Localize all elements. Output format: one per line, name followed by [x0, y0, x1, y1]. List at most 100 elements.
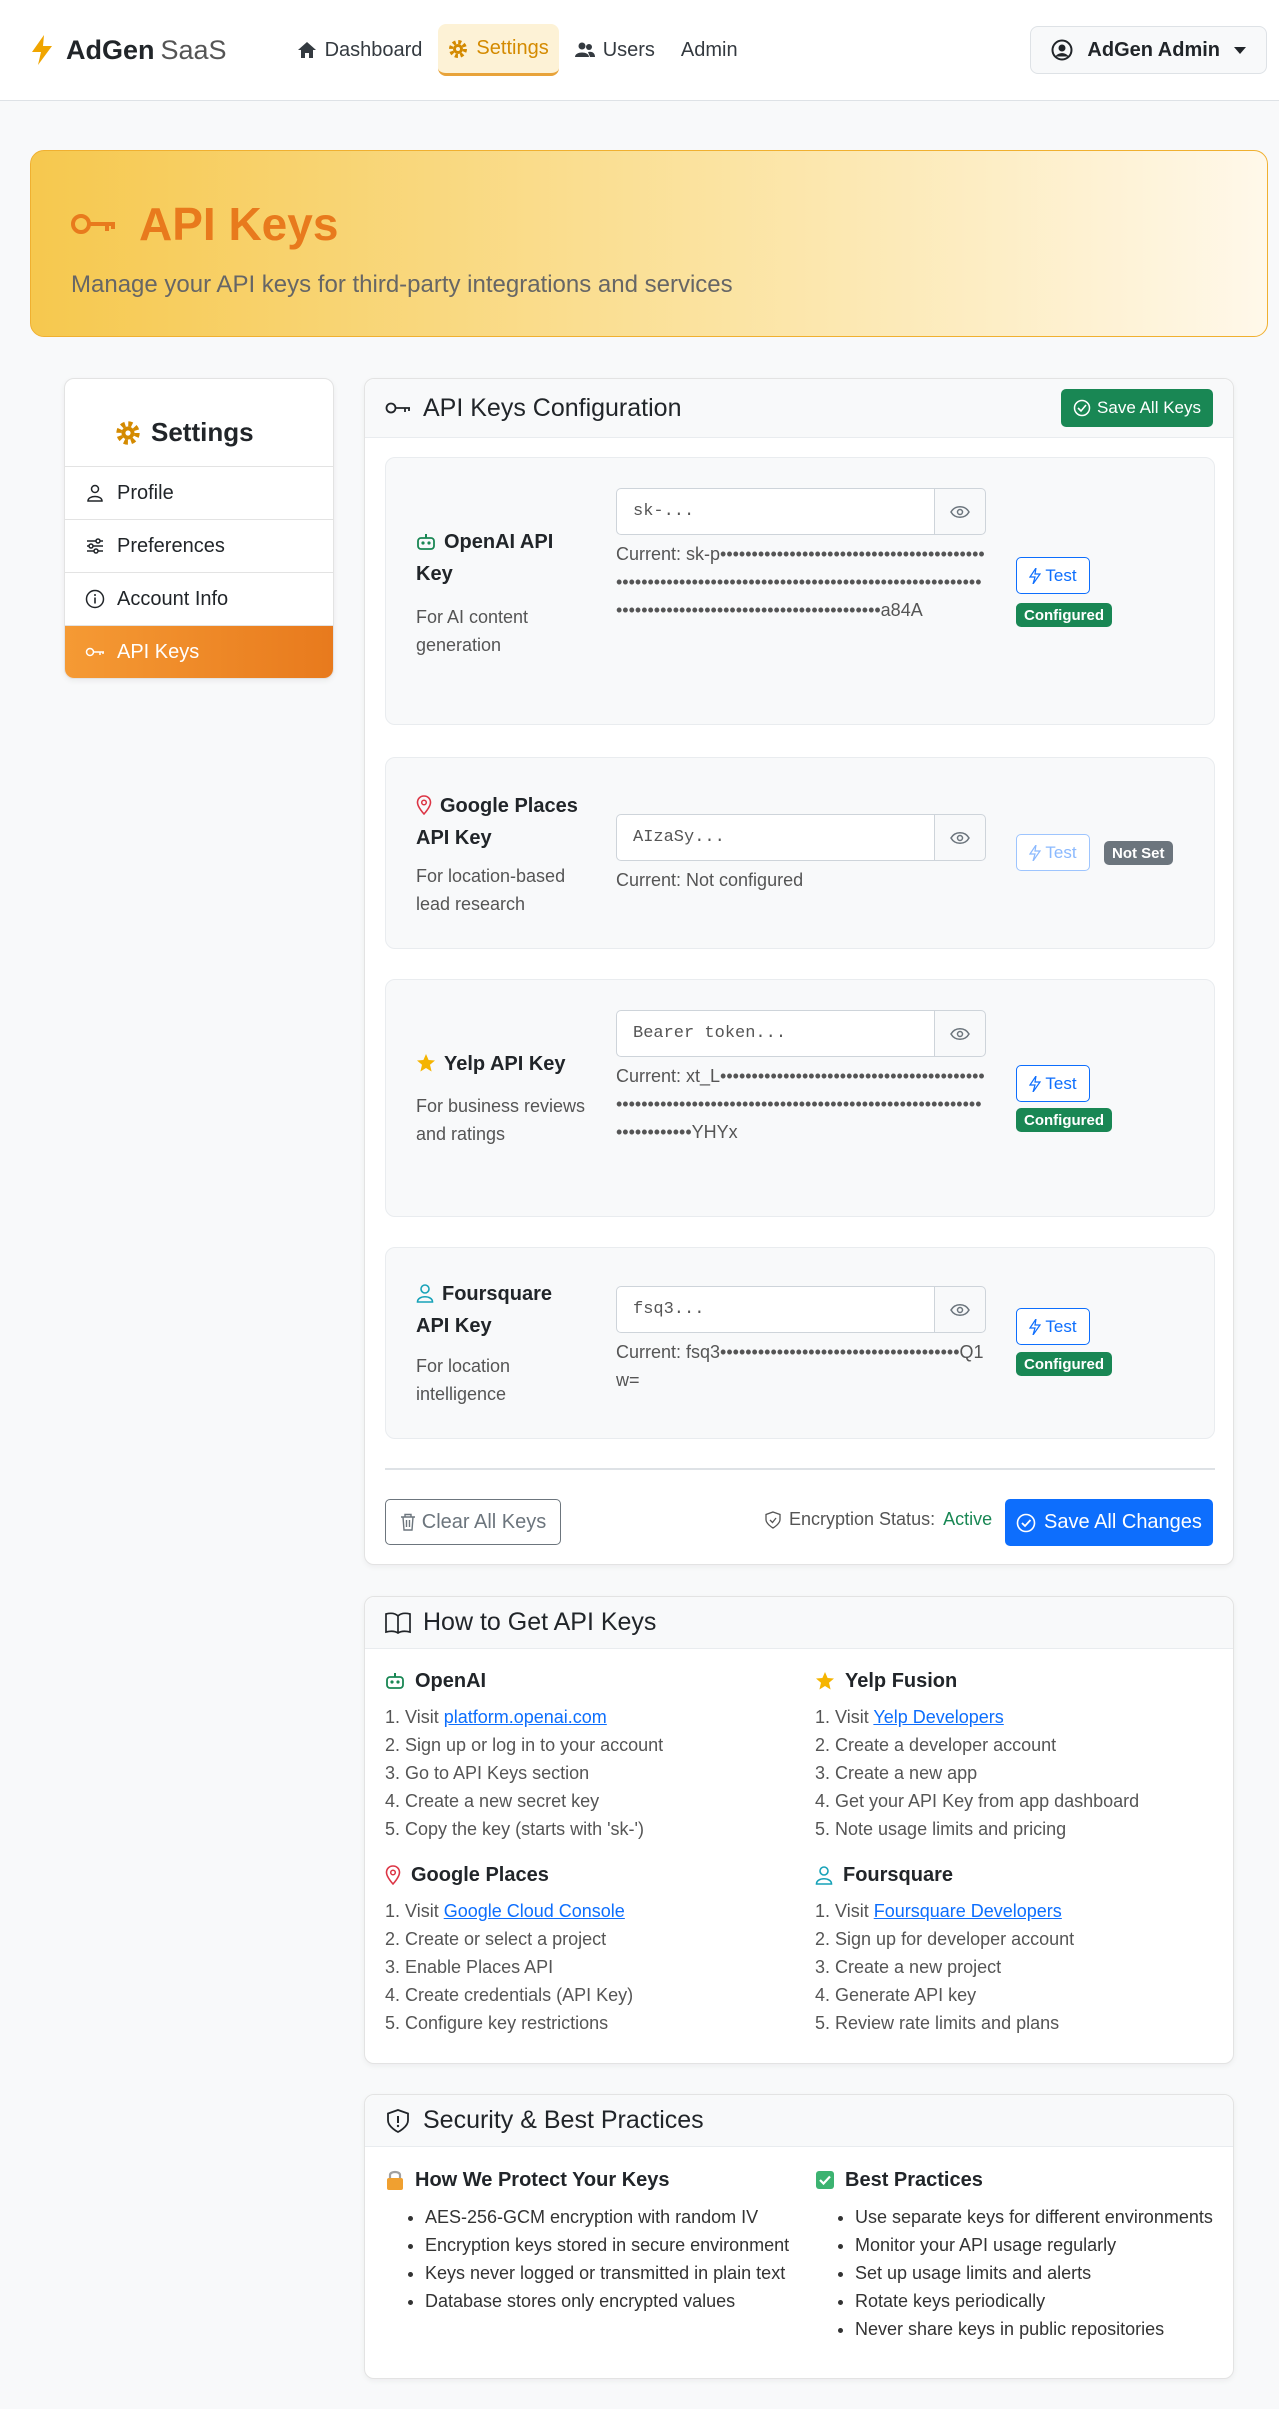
openai-key-input[interactable]	[616, 488, 934, 535]
test-label: Test	[1045, 1316, 1077, 1336]
user-menu-dropdown[interactable]: AdGen Admin	[1030, 26, 1267, 74]
sidebar-item-preferences[interactable]: Preferences	[65, 519, 333, 572]
key-name-text: OpenAI API Key	[416, 531, 554, 585]
key-icon	[385, 402, 410, 414]
page-title: API Keys	[71, 197, 1227, 251]
yelp-key-input-group	[616, 1010, 986, 1057]
shield-check-icon	[765, 1510, 781, 1529]
google-key-input-group	[616, 814, 986, 861]
key-description: For location-based lead research	[416, 866, 566, 914]
key-icon	[71, 214, 115, 234]
save-all-keys-label: Save All Keys	[1097, 398, 1201, 417]
guide-step: 5. Configure key restrictions	[385, 2013, 609, 2033]
eye-icon	[950, 1303, 970, 1316]
google-places-key-input[interactable]	[616, 814, 934, 861]
brand[interactable]: AdGen SaaS	[30, 35, 227, 66]
list-item: Rotate keys periodically	[855, 2287, 1235, 2315]
test-key-button[interactable]: Test	[1016, 1065, 1090, 1102]
toggle-visibility-button[interactable]	[934, 1286, 986, 1333]
guide-step-text: 1. Visit	[815, 1707, 874, 1727]
key-name: Foursquare API Key	[416, 1278, 586, 1342]
save-all-keys-button[interactable]: Save All Keys	[1061, 389, 1213, 427]
page-subtitle: Manage your API keys for third-party int…	[71, 271, 733, 298]
test-key-button[interactable]: Test	[1016, 834, 1090, 871]
map-pin-icon	[385, 1865, 401, 1885]
guide-step: 3. Create a new project	[815, 1957, 1002, 1977]
security-best-title-text: Best Practices	[845, 2168, 983, 2191]
sidebar-item-label: Preferences	[117, 534, 225, 557]
list-item: AES-256-GCM encryption with random IV	[425, 2203, 805, 2231]
chevron-down-icon	[1234, 46, 1246, 54]
sidebar-item-profile[interactable]: Profile	[65, 466, 333, 519]
lightning-icon	[1029, 1075, 1042, 1092]
sidebar-item-account-info[interactable]: Account Info	[65, 572, 333, 625]
test-key-button[interactable]: Test	[1016, 557, 1090, 594]
openai-key-block: OpenAI API Key For AI content generation…	[385, 457, 1215, 725]
guide-link[interactable]: Foursquare Developers	[874, 1901, 1062, 1921]
guide-step: 5. Review rate limits and plans	[815, 2013, 1060, 2033]
google-places-key-block: Google Places API Key For location-based…	[385, 757, 1215, 949]
security-best-list: Use separate keys for different environm…	[815, 2203, 1235, 2343]
nav-settings[interactable]: Settings	[438, 24, 559, 76]
security-protect-title-text: How We Protect Your Keys	[415, 2168, 670, 2191]
guide-section-title: Yelp Fusion	[815, 1667, 1215, 1695]
how-to-get-keys-card: How to Get API Keys OpenAI 1. Visit plat…	[364, 1596, 1234, 2064]
brand-suffix: SaaS	[160, 34, 227, 65]
trash-icon	[400, 1513, 415, 1531]
status-badge: Not Set	[1104, 841, 1173, 865]
list-item: Set up usage limits and alerts	[855, 2259, 1235, 2287]
sliders-icon	[87, 538, 103, 554]
key-description: For AI content generation	[416, 607, 529, 655]
save-all-changes-label: Save All Changes	[1044, 1511, 1202, 1533]
guide-step: 3. Enable Places API	[385, 1957, 554, 1977]
guide-step: 4. Get your API Key from app dashboard	[815, 1791, 1140, 1811]
guide-step-text: 1. Visit	[385, 1707, 444, 1727]
guide-section-title: OpenAI	[385, 1667, 785, 1695]
nav-admin[interactable]: Admin	[671, 24, 748, 76]
guide-link[interactable]: Google Cloud Console	[444, 1901, 625, 1921]
toggle-visibility-button[interactable]	[934, 814, 986, 861]
clear-all-keys-label: Clear All Keys	[421, 1510, 547, 1533]
security-best-column: Best Practices Use separate keys for dif…	[815, 2165, 1235, 2343]
eye-icon	[950, 1027, 970, 1040]
guide-google-places: Google Places 1. Visit Google Cloud Cons…	[385, 1861, 785, 2037]
nav-dashboard[interactable]: Dashboard	[287, 24, 433, 76]
toggle-visibility-button[interactable]	[934, 488, 986, 535]
nav-users[interactable]: Users	[565, 24, 665, 76]
card-header: Security & Best Practices	[365, 2095, 1233, 2147]
card-title: Security & Best Practices	[423, 2106, 704, 2134]
robot-icon	[386, 1673, 404, 1689]
person-icon	[87, 484, 103, 502]
security-best-title: Best Practices	[815, 2165, 1235, 2195]
encryption-value: Active	[943, 1509, 993, 1529]
guide-step: 2. Sign up for developer account	[815, 1929, 1075, 1949]
guide-link[interactable]: Yelp Developers	[873, 1707, 1003, 1727]
gear-icon	[116, 420, 140, 445]
guide-step: 3. Go to API Keys section	[385, 1763, 590, 1783]
lightning-icon	[1029, 1318, 1042, 1335]
clear-all-keys-button[interactable]: Clear All Keys	[385, 1499, 561, 1545]
current-key-value: Current: fsq3•••••••••••••••••••••••••••…	[616, 1342, 984, 1390]
foursquare-key-input[interactable]	[616, 1286, 934, 1333]
test-key-button[interactable]: Test	[1016, 1308, 1090, 1345]
key-name-text: Yelp API Key	[444, 1053, 566, 1075]
encryption-status: Encryption Status: Active	[765, 1509, 992, 1530]
toggle-visibility-button[interactable]	[934, 1010, 986, 1057]
guide-step: 2. Create a developer account	[815, 1735, 1057, 1755]
card-title: How to Get API Keys	[423, 1608, 657, 1636]
sidebar-item-api-keys[interactable]: API Keys	[65, 625, 333, 678]
key-name-text: Foursquare API Key	[416, 1283, 553, 1337]
save-all-changes-button[interactable]: Save All Changes	[1005, 1499, 1213, 1546]
top-navbar: AdGen SaaS Dashboard Settings Users Admi…	[0, 0, 1279, 101]
check-circle-icon	[1073, 399, 1091, 417]
yelp-key-input[interactable]	[616, 1010, 934, 1057]
yelp-key-block: Yelp API Key For business reviews and ra…	[385, 979, 1215, 1217]
lightning-icon	[1029, 567, 1042, 584]
nav-users-label: Users	[602, 38, 655, 61]
guide-step: 4. Generate API key	[815, 1985, 977, 2005]
guide-steps: 1. Visit Yelp Developers 2. Create a dev…	[815, 1703, 1215, 1843]
status-badge: Configured	[1016, 1108, 1112, 1132]
guide-link[interactable]: platform.openai.com	[444, 1707, 607, 1727]
book-icon	[385, 1612, 411, 1634]
guide-yelp: Yelp Fusion 1. Visit Yelp Developers 2. …	[815, 1667, 1215, 1843]
